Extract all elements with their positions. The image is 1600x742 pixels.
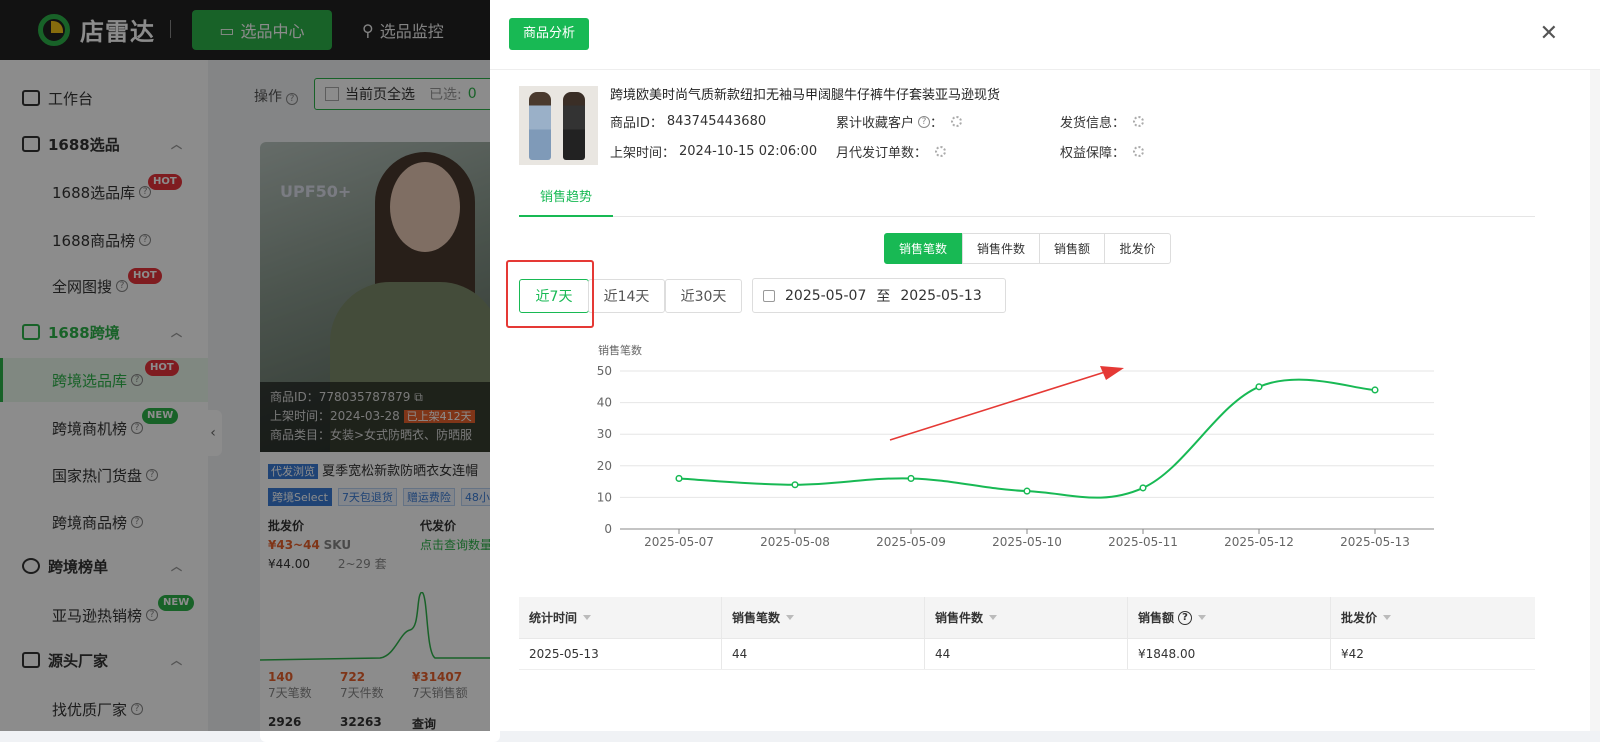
- column-header-wholesale-label: 批发价: [1341, 611, 1378, 625]
- sort-caret-icon[interactable]: [583, 615, 592, 620]
- data-point: [1139, 484, 1147, 492]
- x-tick-label: 2025-05-07: [644, 535, 714, 549]
- favorites-row: 累计收藏客户 ? ：: [836, 112, 963, 131]
- y-tick-label: 0: [604, 522, 612, 536]
- shipping-row: 发货信息：: [1060, 112, 1145, 131]
- date-separator: 至: [876, 288, 891, 305]
- y-tick-label: 20: [597, 459, 612, 473]
- date-range-picker[interactable]: 2025-05-07 至 2025-05-13: [752, 278, 1006, 313]
- listed-time-row: 上架时间： 2024-10-15 02:06:00: [610, 142, 817, 161]
- rights-row: 权益保障：: [1060, 142, 1145, 161]
- date-end[interactable]: 2025-05-13: [900, 288, 981, 304]
- metric-tab-orders[interactable]: 销售笔数: [884, 233, 962, 264]
- product-id-row: 商品ID： 843745443680: [610, 112, 766, 131]
- sort-caret-icon[interactable]: [1198, 615, 1207, 620]
- product-id-value: 843745443680: [666, 114, 767, 129]
- data-point: [1371, 386, 1379, 394]
- data-point: [675, 474, 683, 482]
- monthly-orders-row: 月代发订单数：: [836, 142, 947, 161]
- tab-divider: [519, 216, 1535, 217]
- sales-trend-chart: 销售笔数 0 10 20 30 40 50 2025-05-07 2025-05-08 2025-…: [597, 343, 1434, 549]
- column-header-revenue[interactable]: 销售额?: [1128, 597, 1331, 638]
- product-analysis-drawer: 商品分析 ✕ 跨境欧美时尚气质新款纽扣无袖马甲阔腿牛仔裤牛仔套装亚马逊现货 商品…: [490, 0, 1600, 731]
- drawer-header: 商品分析 ✕: [490, 0, 1600, 70]
- favorites-label: 累计收藏客户: [836, 116, 915, 131]
- table-cell: 44: [925, 639, 1128, 669]
- y-tick-label: 10: [597, 490, 612, 504]
- product-id-label: 商品ID：: [610, 116, 663, 131]
- table-row: 2025-05-13 44 44 ¥1848.00 ¥42: [519, 639, 1535, 670]
- close-icon[interactable]: ✕: [1540, 22, 1558, 46]
- metric-tab-wholesale[interactable]: 批发价: [1104, 233, 1171, 264]
- y-axis-title: 销售笔数: [598, 343, 642, 357]
- y-tick-label: 40: [597, 396, 612, 410]
- listed-time-value: 2024-10-15 02:06:00: [679, 144, 818, 159]
- x-tick-label: 2025-05-09: [876, 535, 946, 549]
- thumb-figure-blue: [529, 92, 551, 160]
- y-tick-label: 30: [597, 427, 612, 441]
- loading-spinner-icon: [1133, 146, 1145, 157]
- column-header-date[interactable]: 统计时间: [519, 597, 722, 638]
- tab-sales-trend[interactable]: 销售趋势: [519, 186, 613, 217]
- loading-spinner-icon: [935, 146, 947, 157]
- range-30-days-button[interactable]: 近30天: [665, 279, 742, 313]
- thumb-figure-black: [563, 92, 585, 160]
- help-icon[interactable]: ?: [918, 115, 931, 128]
- table-cell: 44: [722, 639, 925, 669]
- date-start[interactable]: 2025-05-07: [785, 288, 866, 304]
- product-thumbnail[interactable]: [519, 86, 598, 165]
- column-header-units-label: 销售件数: [935, 611, 984, 625]
- data-point: [907, 474, 915, 482]
- data-point: [1023, 487, 1031, 495]
- x-tick-label: 2025-05-10: [992, 535, 1062, 549]
- column-header-orders[interactable]: 销售笔数: [722, 597, 925, 638]
- loading-spinner-icon: [951, 116, 963, 127]
- column-header-date-label: 统计时间: [529, 611, 578, 625]
- column-header-revenue-label: 销售额: [1138, 611, 1175, 625]
- shipping-label: 发货信息：: [1060, 116, 1126, 131]
- modal-overlay[interactable]: [0, 0, 490, 731]
- y-tick-label: 50: [597, 364, 612, 378]
- x-tick-label: 2025-05-11: [1108, 535, 1178, 549]
- sales-table: 统计时间 销售笔数 销售件数 销售额? 批发价 2025-05-13 44 44…: [519, 597, 1535, 670]
- highlight-box: [506, 260, 594, 328]
- sort-caret-icon[interactable]: [989, 615, 998, 620]
- column-header-wholesale[interactable]: 批发价: [1331, 597, 1534, 638]
- sort-caret-icon[interactable]: [786, 615, 795, 620]
- calendar-icon: [763, 289, 775, 302]
- product-title[interactable]: 跨境欧美时尚气质新款纽扣无袖马甲阔腿牛仔裤牛仔套装亚马逊现货: [610, 84, 1000, 103]
- range-14-days-button[interactable]: 近14天: [588, 279, 665, 313]
- listed-time-label: 上架时间：: [610, 146, 676, 161]
- metric-tab-units[interactable]: 销售件数: [962, 233, 1040, 264]
- data-point: [1255, 383, 1263, 391]
- x-tick-label: 2025-05-12: [1224, 535, 1294, 549]
- table-cell: ¥42: [1341, 647, 1364, 661]
- drawer-title[interactable]: 商品分析: [509, 18, 590, 50]
- annotation-arrowhead: [1100, 366, 1124, 380]
- rights-label: 权益保障：: [1060, 146, 1126, 161]
- loading-spinner-icon: [1133, 116, 1145, 127]
- annotation-arrow: [889, 371, 1106, 441]
- column-header-units[interactable]: 销售件数: [925, 597, 1128, 638]
- monthly-orders-label: 月代发订单数：: [836, 146, 928, 161]
- help-icon[interactable]: ?: [1178, 610, 1193, 625]
- metric-tab-revenue[interactable]: 销售额: [1039, 233, 1105, 264]
- x-tick-label: 2025-05-13: [1340, 535, 1410, 549]
- table-header: 统计时间 销售笔数 销售件数 销售额? 批发价: [519, 597, 1535, 639]
- drawer-scrollbar[interactable]: [1590, 70, 1600, 731]
- table-cell: ¥1848.00: [1128, 639, 1331, 669]
- table-cell: 2025-05-13: [519, 639, 722, 669]
- x-tick-label: 2025-05-08: [760, 535, 830, 549]
- favorites-colon: ：: [930, 116, 944, 131]
- sort-caret-icon[interactable]: [1383, 615, 1392, 620]
- data-point: [791, 481, 799, 489]
- column-header-orders-label: 销售笔数: [732, 611, 781, 625]
